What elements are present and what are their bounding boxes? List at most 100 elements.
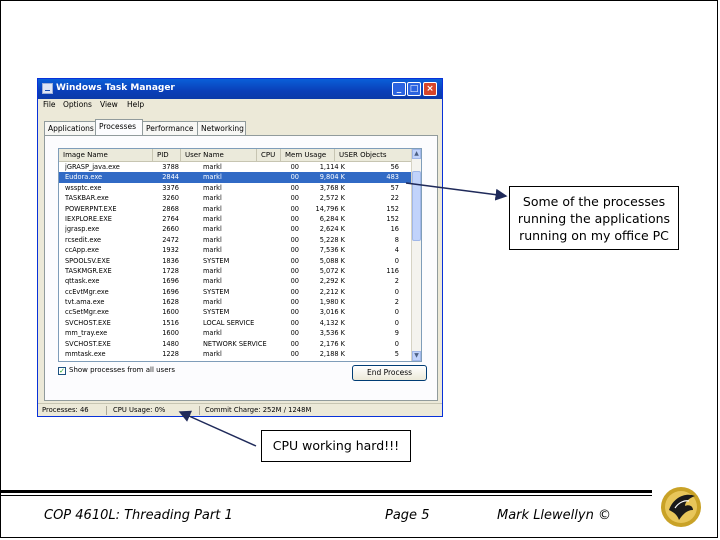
cell-user-objects: 5 [394,350,399,359]
end-process-button[interactable]: End Process [352,365,427,381]
cell-image-name: jgrasp.exe [65,225,100,234]
minimize-button[interactable]: _ [392,82,406,96]
status-separator [106,406,107,415]
tab-processes[interactable]: Processes [95,119,143,136]
tab-networking[interactable]: Networking [197,121,246,135]
cell-pid: 1696 [162,277,179,286]
cell-mem-usage: 14,796 K [315,204,346,213]
tab-performance[interactable]: Performance [142,121,198,135]
table-row[interactable]: POWERPNT.EXE 2868 markl 00 14,796 K 152 [59,204,412,214]
cell-mem-usage: 3,768 K [319,183,345,192]
footer-author: Mark Llewellyn © [497,508,611,523]
cell-image-name: ccApp.exe [65,246,99,255]
cell-user-name: markl [203,173,222,182]
cell-user-name: markl [203,204,222,213]
show-all-processes-checkbox[interactable]: ✓ [58,367,66,375]
table-row[interactable]: rcsedit.exe 2472 markl 00 5,228 K 8 [59,235,412,245]
table-row[interactable]: jgrasp.exe 2660 markl 00 2,624 K 16 [59,224,412,234]
column-user-objects[interactable]: USER Objects [335,149,412,161]
table-row[interactable]: wssptc.exe 3376 markl 00 3,768 K 57 [59,183,412,193]
maximize-button[interactable]: □ [407,82,421,96]
tab-strip: Applications Processes Performance Netwo… [44,119,438,136]
scroll-up-arrow-icon[interactable]: ▲ [412,149,421,159]
cell-pid: 1932 [162,246,179,255]
cell-user-objects: 0 [394,256,399,265]
cell-pid: 1836 [162,256,179,265]
table-row[interactable]: SVCHOST.EXE 1480 NETWORK SERVICE 00 2,176 K 0 [59,339,412,349]
cell-pid: 2868 [162,204,179,213]
cell-user-name: markl [203,266,222,275]
cell-image-name: ccEvtMgr.exe [65,287,109,296]
close-button[interactable]: × [423,82,437,96]
cell-user-objects: 56 [390,163,399,171]
menu-help[interactable]: Help [127,100,144,109]
column-pid[interactable]: PID [153,149,181,161]
cell-image-name: SPOOLSV.EXE [65,256,111,265]
table-row[interactable]: qttask.exe 1696 markl 00 2,292 K 2 [59,276,412,286]
cell-user-name: markl [203,329,222,338]
table-row[interactable]: SPOOLSV.EXE 1836 SYSTEM 00 5,088 K 0 [59,256,412,266]
cell-image-name: SVCHOST.EXE [65,318,111,327]
tab-applications[interactable]: Applications [44,121,96,135]
cell-mem-usage: 6,284 K [319,214,345,223]
footer-rule [0,495,652,496]
table-row[interactable]: jGRASP_java.exe 3788 markl 00 1,114 K 56 [59,162,412,172]
cell-cpu: 00 [290,339,299,348]
table-row[interactable]: ccEvtMgr.exe 1696 SYSTEM 00 2,212 K 0 [59,287,412,297]
cell-image-name: mmtask.exe [65,350,106,359]
column-user-name[interactable]: User Name [181,149,257,161]
menu-file[interactable]: File [43,100,56,109]
cell-pid: 3260 [162,194,179,203]
table-row[interactable]: SVCHOST.EXE 1516 LOCAL SERVICE 00 4,132 K 0 [59,318,412,328]
table-row[interactable]: Eudora.exe 2844 markl 00 9,804 K 483 [59,172,412,183]
cell-mem-usage: 2,212 K [319,287,345,296]
cell-mem-usage: 2,176 K [319,339,345,348]
cell-cpu: 00 [290,298,299,307]
cell-user-objects: 2 [394,277,399,286]
task-manager-window: Windows Task Manager _ □ × File Options … [37,78,443,417]
process-list[interactable]: Image Name PID User Name CPU Mem Usage U… [58,148,422,362]
column-image-name[interactable]: Image Name [59,149,153,161]
table-row[interactable]: TASKMGR.EXE 1728 markl 00 5,072 K 116 [59,266,412,276]
cell-user-name: markl [203,235,222,244]
callout-line: Some of the processes [522,193,666,209]
cell-cpu: 00 [290,246,299,255]
cell-image-name: TASKMGR.EXE [65,266,112,275]
scroll-down-arrow-icon[interactable]: ▼ [412,351,421,361]
cell-user-objects: 0 [394,308,399,317]
table-row[interactable]: ccApp.exe 1932 markl 00 7,536 K 4 [59,245,412,255]
cell-user-objects: 57 [390,183,399,192]
column-mem-usage[interactable]: Mem Usage [281,149,335,161]
cell-pid: 3788 [162,163,179,171]
cell-pid: 1516 [162,318,179,327]
cell-user-name: markl [203,246,222,255]
menu-view[interactable]: View [100,100,118,109]
cell-mem-usage: 4,132 K [319,318,345,327]
cell-pid: 3376 [162,183,179,192]
cell-mem-usage: 2,624 K [319,225,345,234]
cell-cpu: 00 [290,308,299,317]
cell-pid: 2660 [162,225,179,234]
cell-user-objects: 22 [390,194,399,203]
cell-cpu: 00 [290,173,299,182]
table-row[interactable]: IEXPLORE.EXE 2764 markl 00 6,284 K 152 [59,214,412,224]
process-list-scrollbar[interactable]: ▲ ▼ [411,149,421,361]
ucf-pegasus-logo-icon [655,480,707,532]
table-row[interactable]: ccSetMgr.exe 1600 SYSTEM 00 3,016 K 0 [59,307,412,317]
menu-options[interactable]: Options [63,100,92,109]
cell-pid: 1696 [162,287,179,296]
table-row[interactable]: mm_tray.exe 1600 markl 00 3,536 K 9 [59,328,412,338]
cell-user-name: markl [203,183,222,192]
table-row[interactable]: mmtask.exe 1228 markl 00 2,188 K 5 [59,349,412,359]
cell-user-name: markl [203,298,222,307]
title-bar[interactable]: Windows Task Manager _ □ × [38,79,442,99]
cell-user-objects: 116 [386,266,399,275]
column-cpu[interactable]: CPU [257,149,281,161]
scroll-thumb[interactable] [412,171,421,241]
table-row[interactable]: TASKBAR.exe 3260 markl 00 2,572 K 22 [59,193,412,203]
cell-pid: 2472 [162,235,179,244]
cell-user-name: markl [203,277,222,286]
cell-user-name: SYSTEM [203,287,230,296]
table-row[interactable]: tvt.ama.exe 1628 markl 00 1,980 K 2 [59,297,412,307]
cell-mem-usage: 7,536 K [319,246,345,255]
